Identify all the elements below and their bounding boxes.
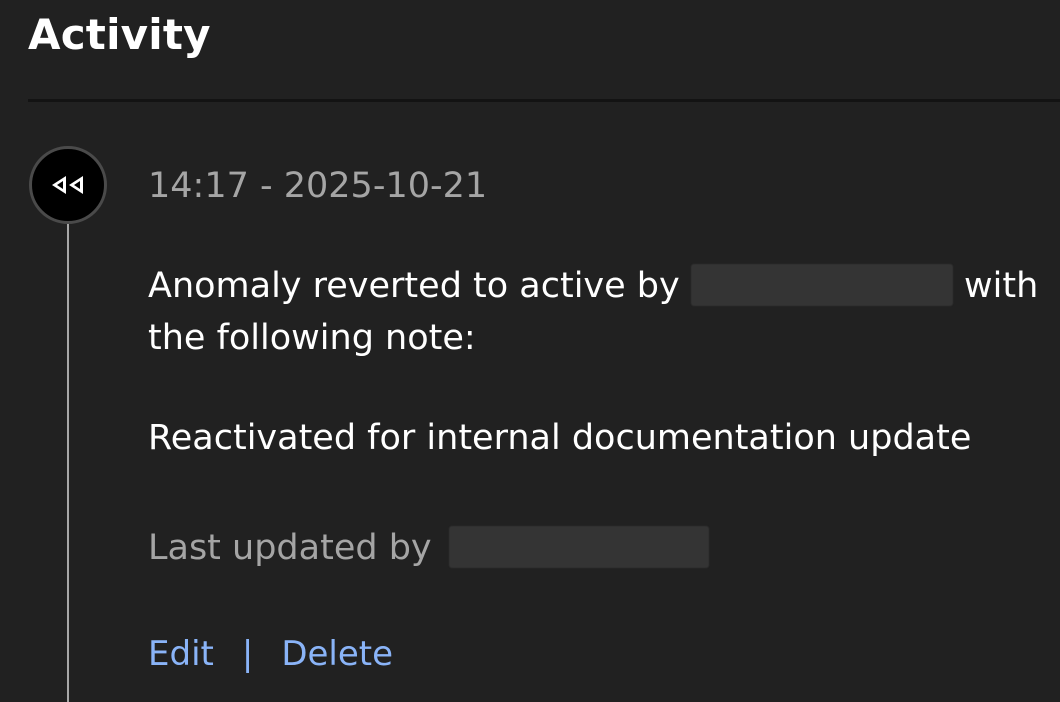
activity-title: Activity xyxy=(28,10,211,59)
last-updated-label: Last updated by xyxy=(148,528,432,568)
edit-link[interactable]: Edit xyxy=(148,634,214,674)
event-actions: Edit | Delete xyxy=(148,634,393,674)
event-message: Anomaly reverted to active by with the f… xyxy=(148,260,1048,364)
rewind-icon xyxy=(29,146,107,224)
actions-separator: | xyxy=(241,634,254,674)
event-note: Reactivated for internal documentation u… xyxy=(148,418,972,458)
redacted-updater-name xyxy=(448,526,709,568)
last-updated: Last updated by xyxy=(148,526,709,568)
timeline-line xyxy=(67,222,69,702)
activity-panel: Activity 14:17 - 2025-10-21 Anomaly reve… xyxy=(0,0,1060,702)
event-timestamp: 14:17 - 2025-10-21 xyxy=(148,166,488,206)
redacted-user-name xyxy=(690,264,953,306)
header-divider xyxy=(28,99,1060,102)
message-prefix: Anomaly reverted to active by xyxy=(148,266,680,306)
delete-link[interactable]: Delete xyxy=(281,634,393,674)
rewind-icon-glyph xyxy=(52,176,83,194)
